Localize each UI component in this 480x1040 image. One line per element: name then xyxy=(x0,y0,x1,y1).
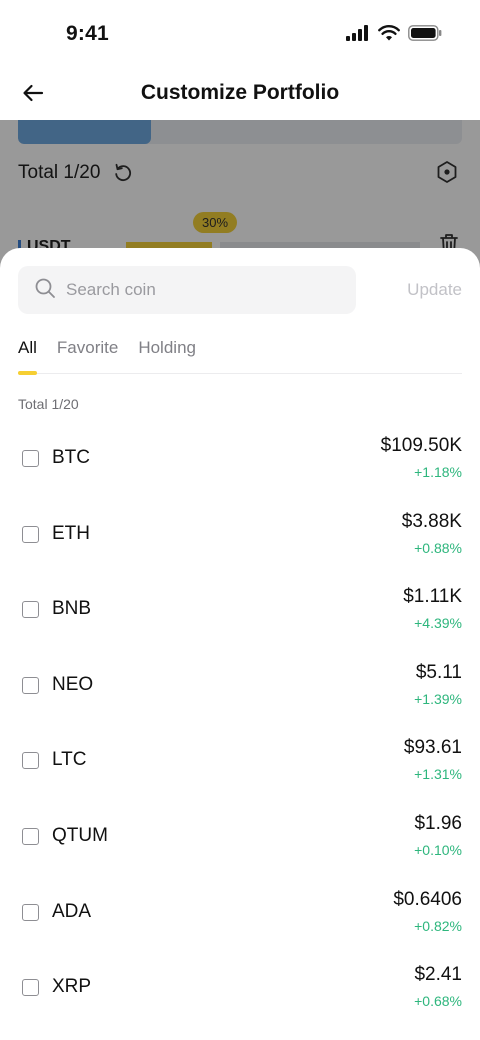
list-item[interactable]: LTC $93.61 +1.31% xyxy=(0,730,480,806)
coin-price: $93.61 xyxy=(403,737,462,759)
battery-icon xyxy=(408,25,442,46)
coin-picker-sheet: Update All Favorite Holding Total 1/20 B… xyxy=(0,248,480,1040)
list-item[interactable]: QTUM $1.96 +0.10% xyxy=(0,806,480,882)
signal-icon xyxy=(346,25,370,46)
search-input[interactable] xyxy=(66,280,326,300)
tab-holding[interactable]: Holding xyxy=(138,338,196,374)
coin-list: BTC $109.50K +1.18% ETH $3.88K +0.88% BN… xyxy=(0,428,480,1033)
tab-all[interactable]: All xyxy=(18,338,37,375)
coin-symbol: BTC xyxy=(52,447,90,468)
list-total-label: Total 1/20 xyxy=(18,396,79,412)
coin-price: $5.11 xyxy=(415,661,462,683)
screen: 9:41 Customize Portfolio Total 1/20 30% … xyxy=(0,0,480,1040)
coin-price: $3.88K xyxy=(401,510,462,532)
coin-symbol: LTC xyxy=(52,749,87,771)
coin-checkbox[interactable] xyxy=(22,979,39,997)
status-time: 9:41 xyxy=(66,22,109,45)
coin-price: $0.6406 xyxy=(393,888,462,910)
coin-change: +1.31% xyxy=(414,766,462,783)
status-bar: 9:41 xyxy=(0,0,480,70)
list-item[interactable]: BNB $1.11K +4.39% xyxy=(0,579,480,655)
coin-change: +1.39% xyxy=(414,690,462,707)
coin-change: +0.68% xyxy=(414,993,462,1010)
coin-checkbox[interactable] xyxy=(22,601,39,619)
list-item[interactable]: XRP $2.41 +0.68% xyxy=(0,957,480,1033)
filter-tabs: All Favorite Holding xyxy=(18,338,462,375)
coin-symbol: BNB xyxy=(52,598,92,620)
search-icon xyxy=(34,277,56,304)
coin-change: +0.82% xyxy=(414,917,462,934)
coin-symbol: ETH xyxy=(52,522,90,544)
coin-checkbox[interactable] xyxy=(22,450,39,467)
coin-change: +4.39% xyxy=(414,615,462,632)
header: Customize Portfolio xyxy=(0,70,480,120)
coin-checkbox[interactable] xyxy=(22,903,39,921)
coin-price: $2.41 xyxy=(414,964,462,986)
coin-change: +1.18% xyxy=(414,464,462,480)
coin-price: $1.96 xyxy=(414,812,462,834)
list-item[interactable]: ETH $3.88K +0.88% xyxy=(0,504,480,580)
coin-checkbox[interactable] xyxy=(22,676,39,694)
coin-checkbox[interactable] xyxy=(22,752,39,770)
list-item[interactable]: NEO $5.11 +1.39% xyxy=(0,655,480,731)
coin-symbol: QTUM xyxy=(52,824,108,846)
status-icons xyxy=(346,25,442,46)
coin-symbol: ADA xyxy=(52,900,92,922)
update-button[interactable]: Update xyxy=(407,280,462,300)
coin-checkbox[interactable] xyxy=(22,525,39,543)
wifi-icon xyxy=(378,25,400,46)
search-box xyxy=(18,266,356,314)
coin-checkbox[interactable] xyxy=(22,827,39,845)
tab-favorite[interactable]: Favorite xyxy=(57,338,118,374)
page-title: Customize Portfolio xyxy=(140,81,340,104)
list-item[interactable]: BTC $109.50K +1.18% xyxy=(0,428,480,504)
coin-change: +0.88% xyxy=(414,539,462,556)
list-item[interactable]: ADA $0.6406 +0.82% xyxy=(0,882,480,958)
coin-symbol: NEO xyxy=(52,673,94,695)
coin-change: +0.10% xyxy=(414,841,462,858)
coin-symbol: XRP xyxy=(52,976,92,998)
coin-price: $1.11K xyxy=(403,586,462,608)
coin-price: $109.50K xyxy=(380,435,462,456)
